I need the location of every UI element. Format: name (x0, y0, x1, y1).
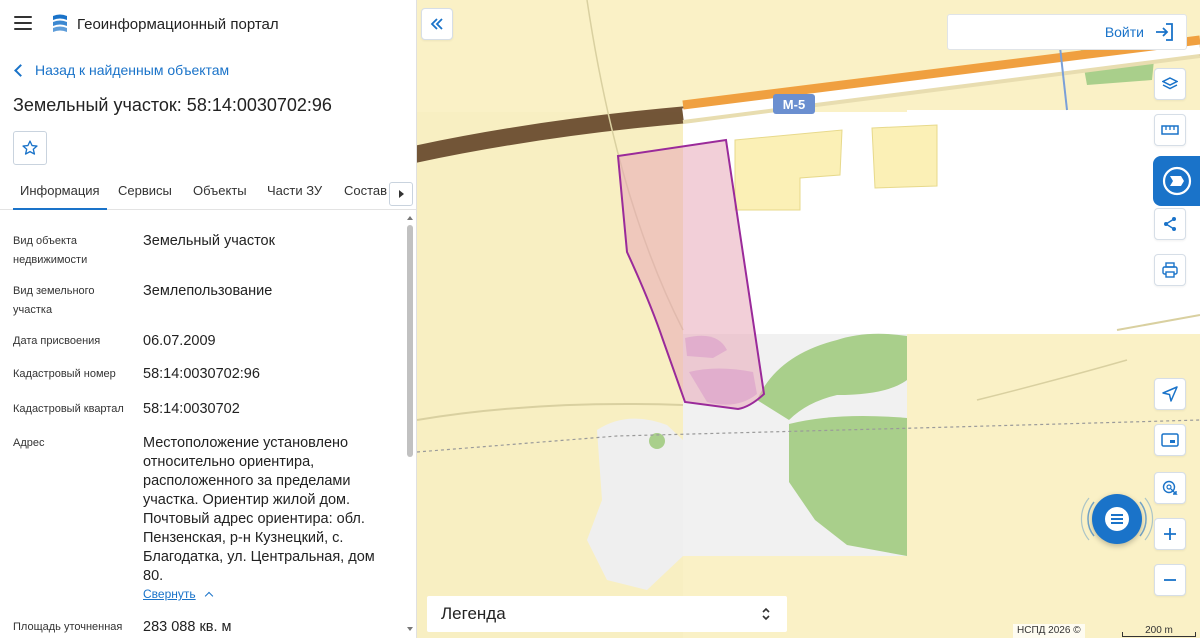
portal-logo (53, 14, 67, 32)
road-label: М-5 (783, 97, 805, 112)
ruler-icon (1161, 125, 1179, 135)
picture-in-picture-icon (1161, 433, 1179, 447)
plus-icon (1164, 528, 1176, 540)
chat-button[interactable] (1092, 494, 1142, 544)
collapse-panel-button[interactable] (421, 8, 453, 40)
panel-scrollbar[interactable] (405, 216, 415, 638)
scrollbar-thumb[interactable] (407, 225, 413, 457)
zoom-out-button[interactable] (1154, 564, 1186, 596)
property-value: Земельный участок (143, 233, 275, 249)
share-icon (1164, 217, 1176, 231)
collapse-address-link[interactable]: Свернуть (143, 587, 213, 601)
top-bar: Геоинформационный портал (0, 0, 416, 48)
page-title: Земельный участок: 58:14:0030702:96 (13, 95, 332, 115)
login-label: Войти (1104, 24, 1144, 40)
chevron-left-icon (14, 64, 27, 77)
property-label: Дата присвоения (13, 335, 101, 347)
tab-objects[interactable]: Объекты (193, 176, 247, 210)
legend-label: Легенда (441, 604, 506, 623)
chat-icon (1105, 507, 1129, 531)
printer-icon (1162, 262, 1178, 278)
property-value: 283 088 кв. м (143, 619, 232, 635)
layers-icon (1162, 77, 1178, 90)
gosuslugi-icon (1162, 166, 1191, 196)
property-value: 58:14:0030702:96 (143, 366, 260, 382)
minus-icon (1164, 579, 1176, 581)
navigation-arrow-icon (1162, 386, 1178, 402)
double-chevron-left-icon (430, 18, 443, 30)
property-label: Кадастровый номер (13, 368, 116, 380)
collapse-label: Свернуть (143, 587, 196, 601)
layers-button[interactable] (1154, 68, 1186, 100)
search-by-point-button[interactable] (1154, 472, 1186, 504)
property-label: Площадь уточненная (13, 621, 123, 633)
scroll-up-arrow[interactable] (407, 216, 413, 220)
property-value: Землепользование (143, 283, 273, 299)
legend-dropdown[interactable]: Легенда (427, 596, 787, 632)
measure-button[interactable] (1154, 114, 1186, 146)
login-button[interactable]: Войти (947, 14, 1187, 50)
favorite-button[interactable] (13, 131, 47, 165)
tab-composition[interactable]: Состав (344, 176, 387, 210)
tabs-scroll-right-button[interactable] (389, 182, 413, 206)
print-button[interactable] (1154, 254, 1186, 286)
property-label: Вид земельного участка (13, 285, 95, 316)
expand-collapse-icon (762, 607, 770, 621)
map-view[interactable]: М-5 Войти Легенда НСПД 2026 © 200 m (417, 0, 1200, 638)
property-label: Кадастровый квартал (13, 403, 124, 415)
tab-information[interactable]: Информация (13, 176, 107, 210)
property-label: Вид объекта недвижимости (13, 235, 88, 266)
tab-bar: Информация Сервисы Объекты Части ЗУ Сост… (0, 176, 416, 210)
address-value: Местоположение установлено относительно … (143, 435, 375, 584)
tab-services[interactable]: Сервисы (118, 176, 172, 210)
zoom-in-button[interactable] (1154, 518, 1186, 550)
tab-parcel-parts[interactable]: Части ЗУ (267, 176, 322, 210)
property-label: Адрес (13, 437, 45, 449)
map-attribution: НСПД 2026 © (1013, 624, 1085, 638)
back-to-results-link[interactable]: Назад к найденным объектам (14, 62, 230, 78)
info-panel: Геоинформационный портал Назад к найденн… (0, 0, 417, 638)
minimap-button[interactable] (1154, 424, 1186, 456)
app-title: Геоинформационный портал (77, 16, 279, 33)
scroll-down-arrow[interactable] (407, 627, 413, 631)
gosuslugi-button[interactable] (1153, 156, 1200, 206)
property-value: 58:14:0030702 (143, 401, 240, 417)
share-button[interactable] (1154, 208, 1186, 240)
property-value: 06.07.2009 (143, 333, 216, 349)
properties-list: Вид объекта недвижимости Земельный участ… (0, 212, 405, 638)
chevron-up-icon (204, 591, 213, 600)
back-link-label: Назад к найденным объектам (35, 62, 230, 78)
login-icon (1156, 23, 1173, 41)
geolocation-button[interactable] (1154, 378, 1186, 410)
hamburger-icon[interactable] (14, 16, 32, 30)
star-icon (22, 140, 38, 155)
target-pointer-icon (1162, 480, 1178, 495)
scale-bar: 200 m (1120, 624, 1198, 638)
